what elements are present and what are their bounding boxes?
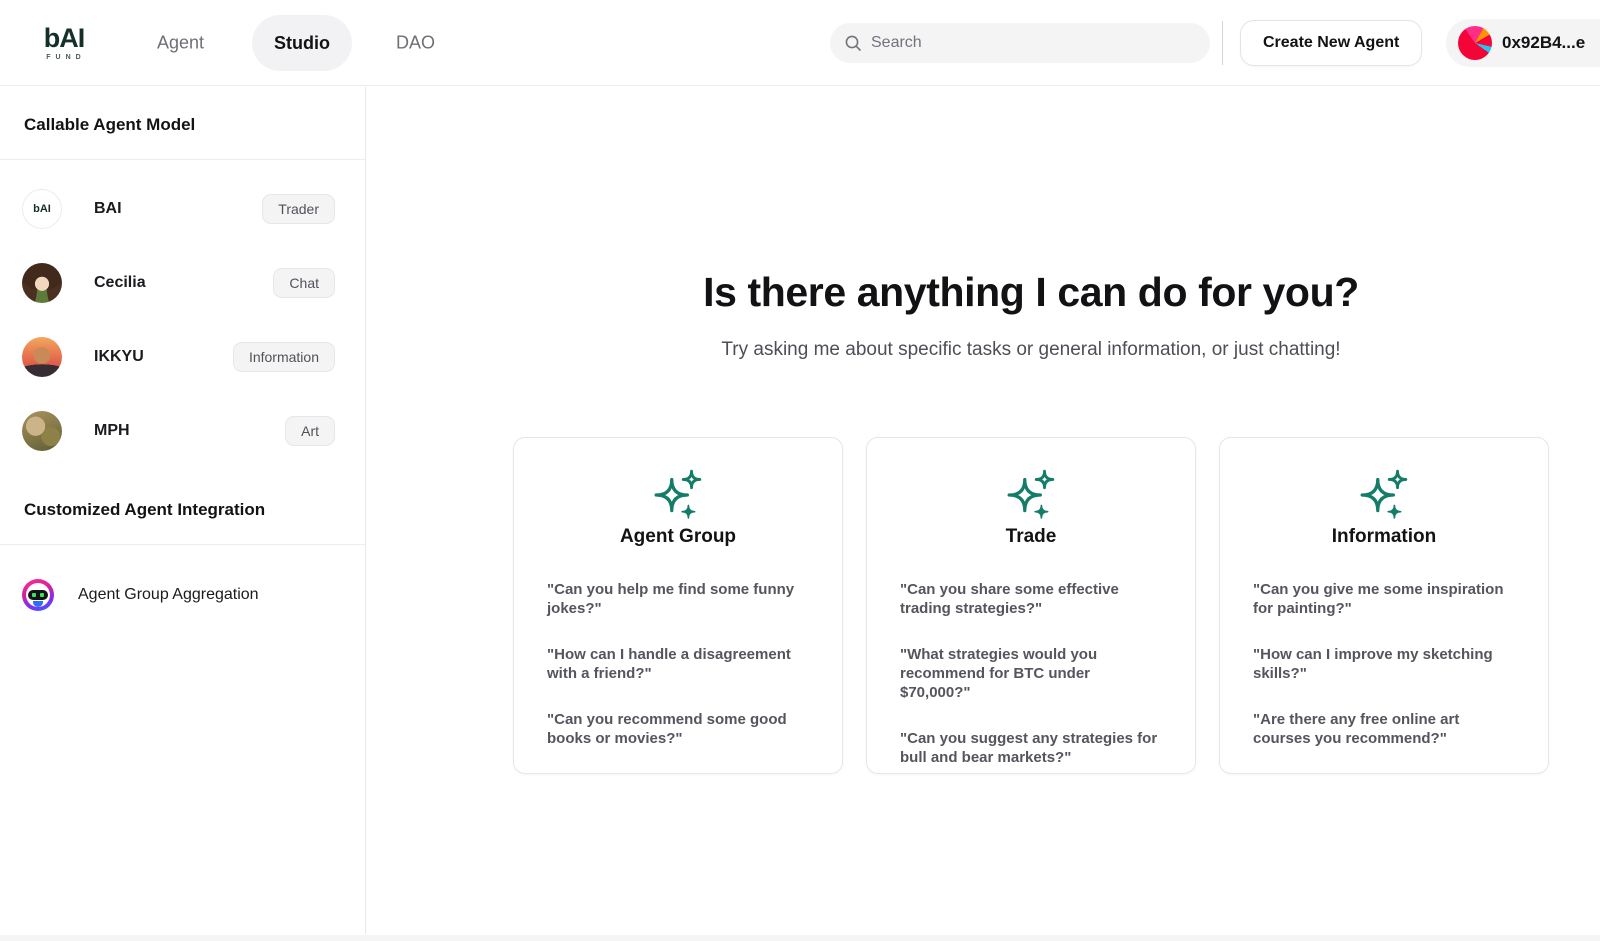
sidebar-agent-bai[interactable]: bAI BAI Trader (22, 186, 335, 232)
bai-avatar: bAI (22, 189, 62, 229)
wallet-pill[interactable]: 0x92B4...e (1446, 19, 1600, 67)
robot-icon (22, 579, 54, 611)
agent-name: MPH (94, 422, 130, 440)
card-trade: Trade "Can you share some effective trad… (866, 437, 1196, 774)
prompt-suggestion[interactable]: "What strategies would you recommend for… (900, 645, 1162, 702)
sidebar-item-agent-group-aggregation[interactable]: Agent Group Aggregation (0, 545, 365, 611)
agent-tag-badge: Trader (262, 194, 335, 224)
page-subtitle: Try asking me about specific tasks or ge… (513, 339, 1549, 361)
sparkles-icon (547, 468, 809, 520)
agent-name: IKKYU (94, 348, 144, 366)
brand-logo-subtext: FUND (36, 54, 92, 61)
prompt-suggestion[interactable]: "How can I improve my sketching skills?" (1253, 645, 1515, 683)
card-title: Information (1253, 526, 1515, 548)
tab-studio[interactable]: Studio (252, 15, 352, 71)
page-title: Is there anything I can do for you? (513, 269, 1549, 316)
wallet-address: 0x92B4...e (1502, 33, 1585, 53)
tab-dao[interactable]: DAO (396, 32, 435, 53)
sidebar-agent-mph[interactable]: MPH Art (22, 408, 335, 454)
customized-agent-integration-heading: Customized Agent Integration (0, 482, 365, 544)
tab-agent[interactable]: Agent (157, 32, 204, 53)
agent-tag-badge: Art (285, 416, 335, 446)
prompt-suggestion[interactable]: "Can you give me some inspiration for pa… (1253, 580, 1515, 618)
search-box[interactable] (830, 23, 1210, 63)
ikkyu-avatar (22, 337, 62, 377)
aggregation-label: Agent Group Aggregation (78, 586, 259, 604)
sparkles-icon (1253, 468, 1515, 520)
agent-tag-badge: Chat (273, 268, 335, 298)
brand-logo-text: bAI (36, 25, 92, 52)
sidebar-agent-ikkyu[interactable]: IKKYU Information (22, 334, 335, 380)
brand-logo[interactable]: bAI FUND (36, 25, 92, 61)
card-agent-group: Agent Group "Can you help me find some f… (513, 437, 843, 774)
main-panel: Is there anything I can do for you? Try … (366, 87, 1600, 934)
window-edge (0, 935, 1600, 941)
prompt-suggestion[interactable]: "How can I handle a disagreement with a … (547, 645, 809, 683)
agent-name: BAI (94, 200, 122, 218)
callable-agent-model-heading: Callable Agent Model (0, 87, 365, 159)
card-prompts: "Can you give me some inspiration for pa… (1253, 580, 1515, 748)
card-information: Information "Can you give me some inspir… (1219, 437, 1549, 774)
agent-list: bAI BAI Trader Cecilia Chat IKKYU Inform… (0, 160, 365, 454)
card-title: Agent Group (547, 526, 809, 548)
agent-tag-badge: Information (233, 342, 335, 372)
card-title: Trade (900, 526, 1162, 548)
sidebar-agent-cecilia[interactable]: Cecilia Chat (22, 260, 335, 306)
prompt-suggestion[interactable]: "Can you suggest any strategies for bull… (900, 729, 1162, 767)
prompt-suggestion[interactable]: "Can you share some effective trading st… (900, 580, 1162, 618)
prompt-suggestion[interactable]: "Can you help me find some funny jokes?" (547, 580, 809, 618)
cecilia-avatar (22, 263, 62, 303)
wallet-avatar (1458, 26, 1492, 60)
sidebar: Callable Agent Model bAI BAI Trader Ceci… (0, 87, 366, 934)
prompt-suggestion[interactable]: "Are there any free online art courses y… (1253, 710, 1515, 748)
header-divider (1222, 21, 1223, 65)
agent-name: Cecilia (94, 274, 146, 292)
suggestion-cards: Agent Group "Can you help me find some f… (513, 437, 1549, 774)
search-icon (844, 34, 862, 52)
search-input[interactable] (871, 34, 1196, 52)
card-prompts: "Can you share some effective trading st… (900, 580, 1162, 767)
top-nav: bAI FUND Agent Studio DAO Create New Age… (0, 0, 1600, 86)
create-new-agent-button[interactable]: Create New Agent (1240, 20, 1422, 66)
mph-avatar (22, 411, 62, 451)
prompt-suggestion[interactable]: "Can you recommend some good books or mo… (547, 710, 809, 748)
sparkles-icon (900, 468, 1162, 520)
card-prompts: "Can you help me find some funny jokes?"… (547, 580, 809, 748)
